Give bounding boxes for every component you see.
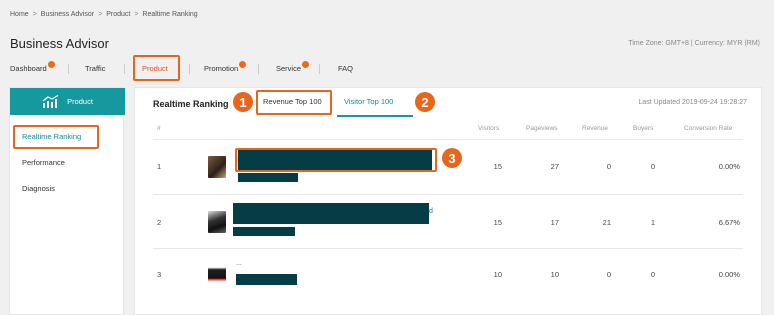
breadcrumb-realtime-ranking: Realtime Ranking [142,11,198,18]
product-thumbnail[interactable] [208,156,226,178]
sidebar-header-label: Product [67,97,93,106]
breadcrumb-separator: > [32,11,37,18]
sidebar-item-performance[interactable]: Performance [22,158,65,167]
buyers-cell: 0 [650,270,655,279]
revenue-cell: 0 [606,162,611,171]
rank-cell: 1 [157,162,162,171]
pageviews-cell: 10 [550,270,559,279]
product-name-fragment[interactable]: ... [236,260,242,267]
active-tab-underline [337,115,413,117]
column-header-rank: # [157,125,161,132]
nav-traffic[interactable]: Traffic [85,55,105,81]
product-name-highlight [235,148,437,172]
nav-dashboard[interactable]: Dashboard [10,55,55,81]
nav-faq[interactable]: FAQ [338,55,353,81]
header-divider [153,139,743,140]
timezone-currency-info: Time Zone: GMT+8 | Currency: MYR (RM) [628,40,760,47]
business-advisor-page: Home > Business Advisor > Product > Real… [0,0,774,315]
revenue-tab-highlight [256,90,332,115]
nav-service[interactable]: Service [276,55,310,81]
revenue-cell: 0 [606,270,611,279]
column-header-visitors: Visitors [478,125,500,132]
sidebar-header-product[interactable]: Product [10,88,125,115]
product-nav-highlight [133,55,180,81]
sidebar: Product Realtime Ranking Performance Dia… [9,87,125,315]
visitors-cell: 15 [493,162,502,171]
buyers-cell: 0 [650,162,655,171]
visitors-cell: 10 [493,270,502,279]
notification-dot-icon [47,60,55,68]
rank-cell: 2 [157,218,162,227]
main-panel: Realtime Ranking Revenue Top 100 Visitor… [134,87,762,315]
breadcrumb: Home > Business Advisor > Product > Real… [10,11,198,18]
notification-dot-icon [239,60,247,68]
nav-divider [189,64,190,74]
conversion-rate-cell: 0.00% [718,162,740,171]
column-header-revenue: Revenue [582,125,609,132]
step-badge-2: 2 [415,92,435,112]
nav-service-label: Service [276,63,302,73]
breadcrumb-business-advisor[interactable]: Business Advisor [41,11,94,18]
nav-promotion-label: Promotion [204,63,239,73]
step-badge-3: 3 [442,148,462,168]
nav-promotion[interactable]: Promotion [204,55,247,81]
pageviews-cell: 27 [550,162,559,171]
realtime-ranking-highlight [13,125,99,149]
last-updated-text: Last Updated 2019-09-24 19:28:27 [638,99,747,106]
breadcrumb-product[interactable]: Product [106,11,130,18]
nav-divider [124,64,125,74]
redacted-product-id [238,173,298,182]
pageviews-cell: 17 [550,218,559,227]
conversion-rate-cell: 0.00% [718,270,740,279]
top-nav: Dashboard Traffic Product Promotion Serv… [0,55,774,81]
tab-visitor-top-100[interactable]: Visitor Top 100 [344,97,393,106]
breadcrumb-separator: > [134,11,139,18]
nav-dashboard-label: Dashboard [10,63,47,73]
step-badge-1: 1 [233,92,253,112]
product-name-fragment[interactable]: d [429,208,433,215]
rank-cell: 3 [157,270,162,279]
app-title: Business Advisor [10,36,109,51]
sidebar-item-diagnosis[interactable]: Diagnosis [22,184,55,193]
column-header-buyers: Buyers [633,125,654,132]
breadcrumb-home[interactable]: Home [10,11,29,18]
revenue-cell: 21 [602,218,611,227]
column-header-conversion-rate: Conversion Rate [684,125,733,132]
visitors-cell: 15 [493,218,502,227]
buyers-cell: 1 [650,218,655,227]
breadcrumb-separator: > [98,11,103,18]
nav-divider [319,64,320,74]
notification-dot-icon [302,60,310,68]
product-thumbnail[interactable] [208,211,226,233]
column-header-pageviews: Pageviews [526,125,558,132]
bar-chart-trend-icon [42,95,59,108]
row-divider [153,248,743,249]
nav-divider [258,64,259,74]
conversion-rate-cell: 6.67% [718,218,740,227]
page-title: Realtime Ranking [153,99,229,109]
redacted-product-name[interactable] [233,203,429,224]
redacted-product-id [233,227,295,236]
nav-divider [68,64,69,74]
row-divider [153,194,743,195]
product-thumbnail[interactable] [208,263,226,285]
redacted-product-name[interactable] [236,274,297,285]
